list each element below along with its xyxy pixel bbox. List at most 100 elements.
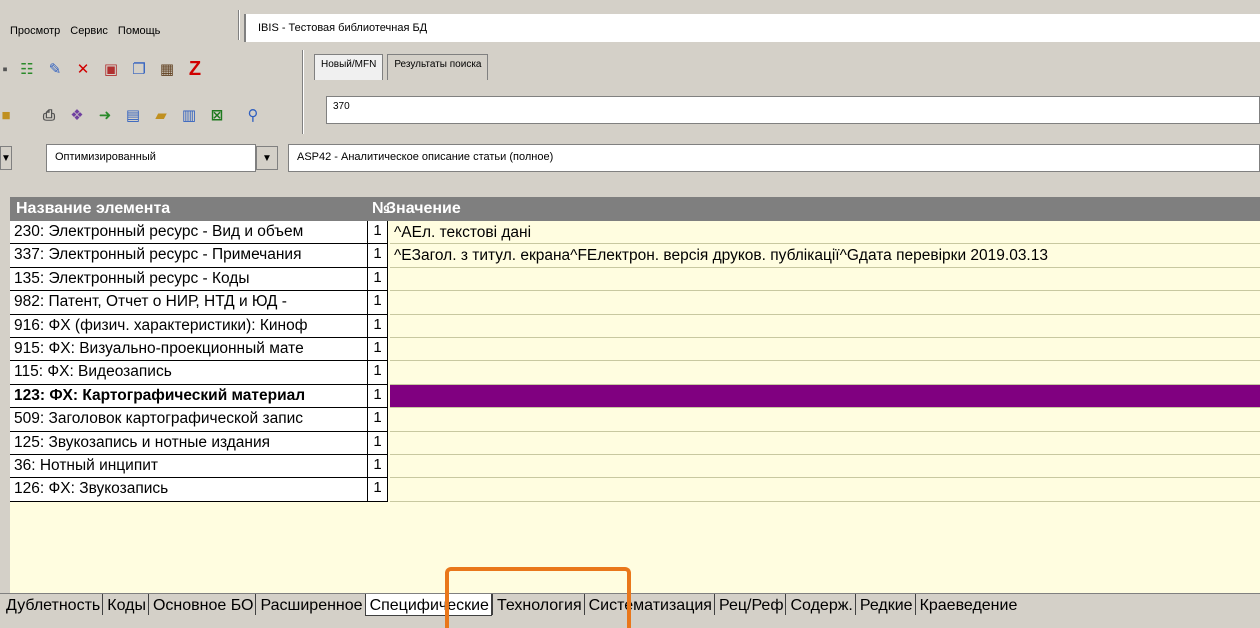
excel-icon[interactable]: ⊠: [206, 104, 228, 126]
toolbar-row-2: ■ ⎙ ❖ ➜ ▤ ▰ ▥ ⊠ ⚲: [0, 104, 270, 126]
grid-left-edge: [0, 190, 10, 594]
toolbar-row-1: ▪ ☷ ✎ ✕ ▣ ❐ ▦ Z: [0, 58, 212, 80]
tab-new-mfn[interactable]: Новый/MFN: [314, 54, 384, 80]
chart-icon[interactable]: ▥: [178, 104, 200, 126]
row-value[interactable]: ^EЗагол. з титул. екрана^FЕлектрон. верс…: [390, 244, 1260, 268]
print-icon[interactable]: ⎙: [38, 104, 60, 126]
row-occurrence[interactable]: 1: [368, 408, 388, 432]
chevron-down-icon[interactable]: ▼: [256, 146, 278, 170]
display-mode-select[interactable]: Оптимизированный: [46, 144, 256, 172]
menu-view[interactable]: Просмотр: [10, 25, 60, 37]
document-icon[interactable]: ▤: [122, 104, 144, 126]
tab-7[interactable]: Рец/Реф: [713, 594, 786, 615]
record-multi-icon[interactable]: ❖: [66, 104, 88, 126]
mfn-input[interactable]: 370: [326, 96, 1260, 124]
table-row[interactable]: 126: ФХ: Звукозапись 1: [10, 478, 1260, 502]
table-row[interactable]: 125: Звукозапись и нотные издания 1: [10, 431, 1260, 455]
menu-bar: Просмотр Сервис Помощь: [0, 14, 160, 48]
row-occurrence[interactable]: 1: [368, 314, 388, 338]
row-value[interactable]: [390, 478, 1260, 502]
row-occurrence[interactable]: 1: [368, 221, 388, 245]
record-forward-icon[interactable]: ➜: [94, 104, 116, 126]
table-row[interactable]: 915: ФХ: Визуально-проекционный мате 1: [10, 338, 1260, 362]
row-value[interactable]: [390, 268, 1260, 292]
tab-5[interactable]: Технология: [491, 594, 584, 615]
table-row[interactable]: 230: Электронный ресурс - Вид и объем 1 ^A…: [10, 221, 1260, 245]
grid-header: Название элемента № Значение: [10, 197, 1260, 221]
folder-icon[interactable]: ▰: [150, 104, 172, 126]
header-value[interactable]: Значение: [386, 200, 461, 218]
row-value[interactable]: [390, 455, 1260, 479]
row-name[interactable]: 337: Электронный ресурс - Примечания: [10, 244, 368, 268]
row-name[interactable]: 36: Нотный инципит: [10, 455, 368, 479]
row-value[interactable]: [390, 432, 1260, 455]
separator: [302, 50, 304, 134]
row-occurrence[interactable]: 1: [368, 338, 388, 362]
bottom-tabs: Дублетность Коды Основное БО Расширенное Спе…: [0, 593, 1260, 628]
tab-8[interactable]: Содерж.: [785, 594, 854, 615]
database-title: IBIS - Тестовая библиотечная БД: [244, 14, 1260, 42]
table-row[interactable]: 509: Заголовок картографической запис 1: [10, 408, 1260, 432]
library-icon[interactable]: ▦: [156, 58, 178, 80]
grip-icon: ▪: [2, 60, 8, 78]
row-occurrence[interactable]: 1: [368, 267, 388, 292]
row-occurrence[interactable]: 1: [368, 455, 388, 479]
row-occurrence[interactable]: 1: [368, 384, 388, 409]
row-occurrence[interactable]: 1: [368, 291, 388, 315]
row-name[interactable]: 915: ФХ: Визуально-проекционный мате: [10, 338, 368, 362]
filter-icon[interactable]: ⚲: [242, 104, 264, 126]
menu-help[interactable]: Помощь: [118, 25, 161, 37]
row-occurrence[interactable]: 1: [368, 431, 388, 455]
separator: [238, 10, 240, 40]
row-name[interactable]: 126: ФХ: Звукозапись: [10, 478, 368, 502]
header-name[interactable]: Название элемента: [16, 200, 170, 218]
row-value[interactable]: [390, 384, 1260, 409]
row-value[interactable]: ^AЕл. текстові дані: [390, 221, 1260, 245]
row-value[interactable]: [390, 291, 1260, 315]
row-value[interactable]: [390, 361, 1260, 385]
z3950-icon[interactable]: Z: [184, 58, 206, 80]
row-name[interactable]: 125: Звукозапись и нотные издания: [10, 431, 368, 455]
row-occurrence[interactable]: 1: [368, 478, 388, 502]
row-occurrence[interactable]: 1: [368, 244, 388, 268]
table-row[interactable]: 135: Электронный ресурс - Коды 1: [10, 267, 1260, 292]
ibis-window: Просмотр Сервис Помощь IBIS - Тестовая б…: [0, 0, 1260, 628]
tab-2[interactable]: Основное БО: [147, 594, 256, 615]
row-name[interactable]: 982: Патент, Отчет о НИР, НТД и ЮД -: [10, 291, 368, 315]
row-name[interactable]: 230: Электронный ресурс - Вид и объем: [10, 221, 368, 245]
tab-10[interactable]: Краеведение: [914, 594, 1020, 615]
tab-1[interactable]: Коды: [102, 594, 148, 615]
row-value[interactable]: [390, 315, 1260, 338]
row-name[interactable]: 916: ФХ (физич. характеристики): Киноф: [10, 314, 368, 338]
copy-record-icon[interactable]: ❐: [128, 58, 150, 80]
edit-record-icon[interactable]: ✎: [44, 58, 66, 80]
table-row[interactable]: 982: Патент, Отчет о НИР, НТД и ЮД -1: [10, 291, 1260, 315]
chevron-down-icon[interactable]: ▼: [0, 146, 12, 170]
row-value[interactable]: [390, 338, 1260, 362]
worksheet-select[interactable]: ASP42 - Аналитическое описание статьи (п…: [288, 144, 1260, 172]
export-icon[interactable]: ▣: [100, 58, 122, 80]
table-row[interactable]: 36: Нотный инципит 1: [10, 455, 1260, 479]
tab-0[interactable]: Дублетность: [0, 594, 102, 615]
table-row[interactable]: 337: Электронный ресурс - Примечания 1 ^EЗ…: [10, 244, 1260, 268]
tab-6[interactable]: Систематизация: [583, 594, 714, 615]
menu-service[interactable]: Сервис: [70, 25, 108, 37]
tab-9[interactable]: Редкие: [854, 594, 915, 615]
record-tabs: Новый/MFN Результаты поиска: [314, 54, 492, 80]
row-name[interactable]: 123: ФХ: Картографический материал: [10, 384, 368, 409]
tree-add-icon[interactable]: ☷: [16, 58, 38, 80]
tab-search-results[interactable]: Результаты поиска: [387, 54, 489, 80]
tab-3[interactable]: Расширенное: [255, 594, 364, 615]
row-occurrence[interactable]: 1: [368, 361, 388, 385]
tab-4[interactable]: Специфические: [364, 594, 492, 616]
row-name[interactable]: 509: Заголовок картографической запис: [10, 408, 368, 432]
table-row[interactable]: 115: ФХ: Видеозапись 1: [10, 361, 1260, 385]
row-name[interactable]: 135: Электронный ресурс - Коды: [10, 267, 368, 292]
delete-icon[interactable]: ✕: [72, 58, 94, 80]
paste-icon[interactable]: ■: [0, 104, 12, 126]
table-row[interactable]: 916: ФХ (физич. характеристики): Киноф 1: [10, 314, 1260, 338]
table-row[interactable]: 123: ФХ: Картографический материал 1: [10, 384, 1260, 409]
row-name[interactable]: 115: ФХ: Видеозапись: [10, 361, 368, 385]
record-grid: Название элемента № Значение 230: Электр…: [10, 197, 1260, 593]
row-value[interactable]: [390, 408, 1260, 432]
